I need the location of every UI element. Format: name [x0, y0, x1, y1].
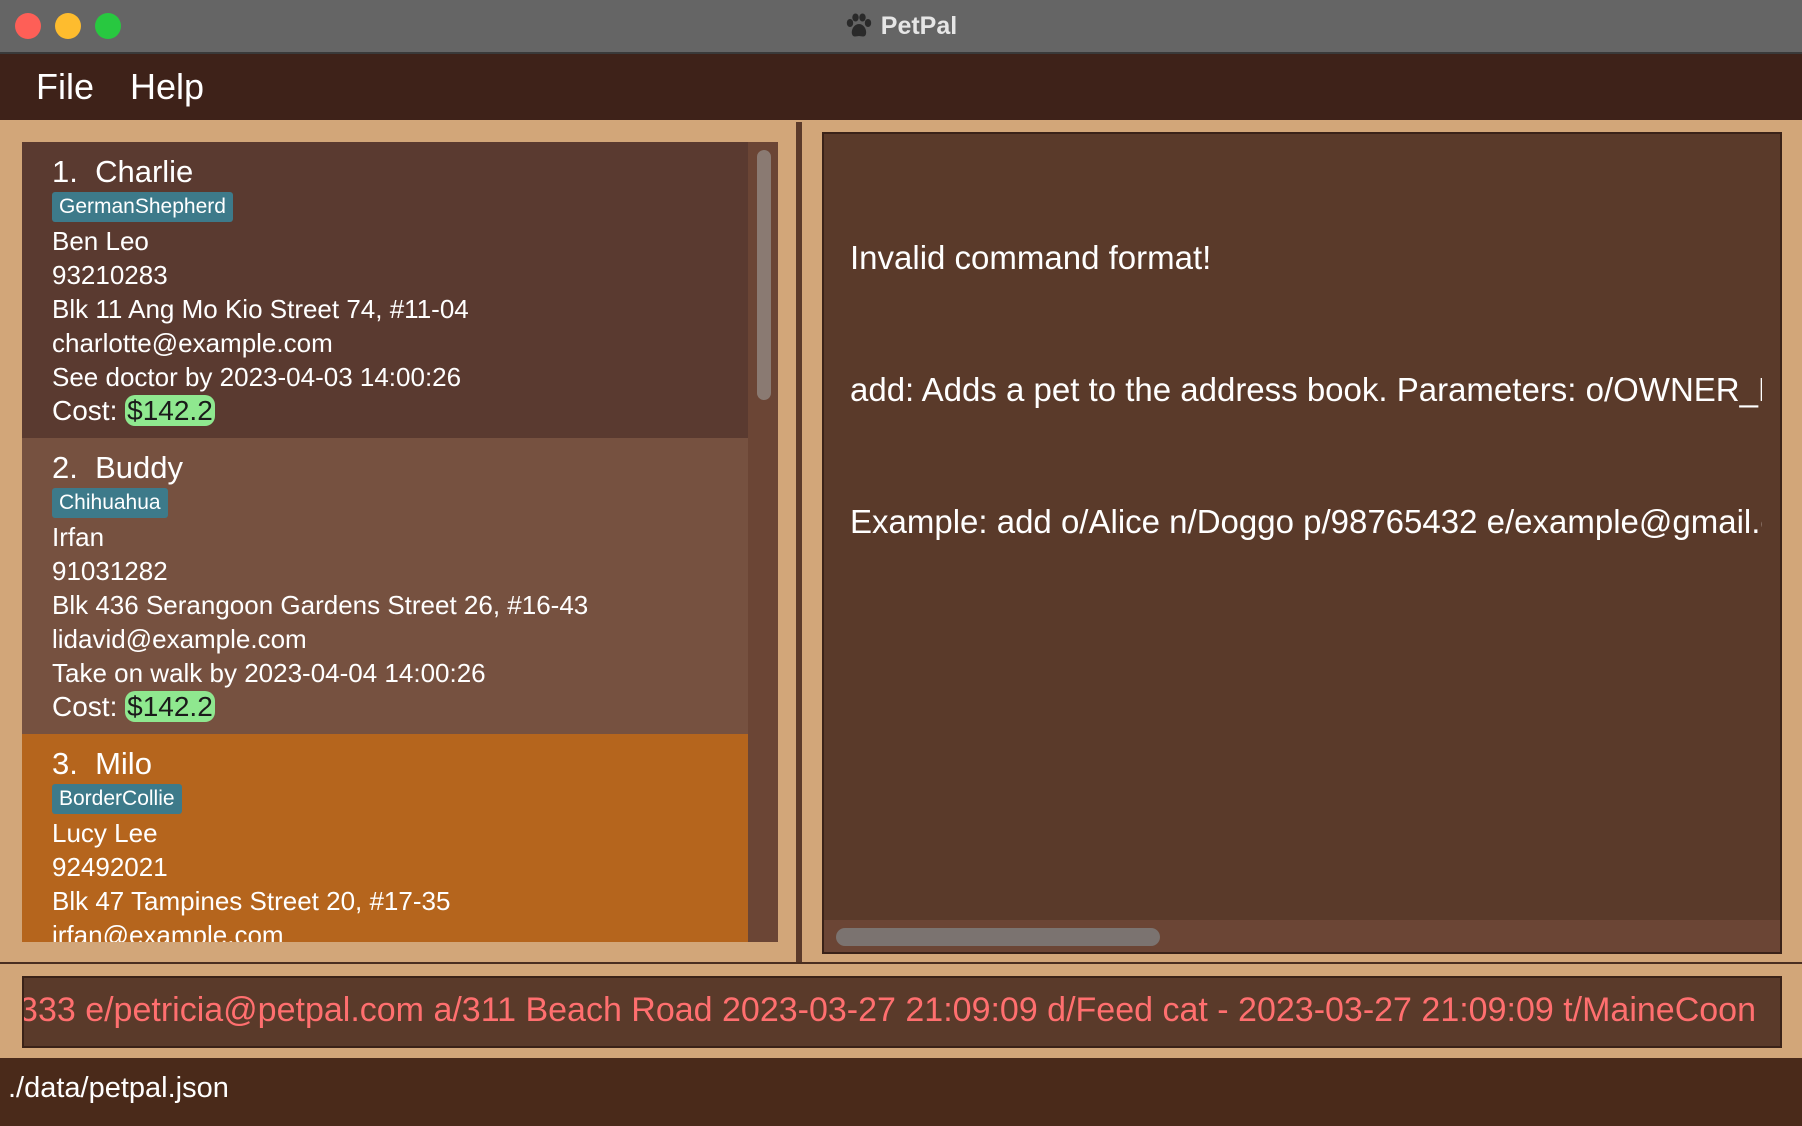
- status-bar: ./data/petpal.json: [0, 1058, 1802, 1126]
- cost-value: $142.2: [125, 691, 215, 722]
- pet-phone: 92492021: [52, 852, 168, 882]
- pet-phone: 91031282: [52, 556, 168, 586]
- pet-name: Buddy: [95, 450, 183, 485]
- pet-address: Blk 47 Tampines Street 20, #17-35: [52, 886, 451, 916]
- result-line-1: Invalid command format!: [850, 239, 1212, 276]
- pet-tag: Chihuahua: [52, 488, 168, 518]
- pet-list[interactable]: 1. Charlie GermanShepherd Ben Leo 932102…: [22, 142, 778, 942]
- pet-owner: Irfan: [52, 522, 105, 552]
- pet-tag: BorderCollie: [52, 784, 182, 814]
- pet-owner: Ben Leo: [52, 226, 149, 256]
- result-display[interactable]: Invalid command format! add: Adds a pet …: [822, 132, 1782, 954]
- menu-bar: File Help: [0, 54, 1802, 120]
- pet-deadline: See doctor by 2023-04-03 14:00:26: [52, 362, 462, 392]
- pet-email: irfan@example.com: [52, 920, 284, 942]
- pet-owner: Lucy Lee: [52, 818, 158, 848]
- pet-index: 2.: [52, 450, 78, 485]
- pet-card-1[interactable]: 1. Charlie GermanShepherd Ben Leo 932102…: [22, 142, 748, 438]
- menu-file[interactable]: File: [36, 66, 94, 108]
- cost-label: Cost:: [52, 691, 118, 722]
- window-title: PetPal: [880, 11, 958, 40]
- result-line-3: Example: add o/Alice n/Doggo p/98765432 …: [850, 503, 1762, 540]
- pet-deadline: Take on walk by 2023-04-04 14:00:26: [52, 658, 486, 688]
- pet-index: 3.: [52, 746, 78, 781]
- cost-label: Cost:: [52, 395, 118, 426]
- pet-card-3-selected[interactable]: 3. Milo BorderCollie Lucy Lee 92492021 B…: [22, 734, 748, 942]
- pet-address: Blk 436 Serangoon Gardens Street 26, #16…: [52, 590, 589, 620]
- result-text: Invalid command format! add: Adds a pet …: [850, 148, 1762, 632]
- pet-cost: Cost: $142.2: [52, 691, 215, 723]
- pet-cost: Cost: $142.2: [52, 395, 215, 427]
- pet-list-scroll-thumb[interactable]: [757, 150, 771, 400]
- pet-name-line: 3. Milo: [52, 746, 152, 782]
- cost-value: $142.2: [125, 395, 215, 426]
- title-bar: PetPal: [0, 0, 1802, 54]
- result-line-2: add: Adds a pet to the address book. Par…: [850, 371, 1762, 408]
- pet-card-2[interactable]: 2. Buddy Chihuahua Irfan 91031282 Blk 43…: [22, 438, 748, 734]
- paw-icon: [846, 13, 871, 37]
- result-horizontal-scrollbar[interactable]: [824, 920, 1780, 952]
- pet-list-scrollbar[interactable]: [748, 142, 778, 942]
- window-title-group: PetPal: [0, 0, 1802, 52]
- pet-tag: GermanShepherd: [52, 192, 233, 222]
- command-input-text: 333 e/petricia@petpal.com a/311 Beach Ro…: [22, 991, 1756, 1029]
- result-scroll-thumb[interactable]: [836, 928, 1160, 946]
- pet-phone: 93210283: [52, 260, 168, 290]
- pet-email: lidavid@example.com: [52, 624, 307, 654]
- pet-email: charlotte@example.com: [52, 328, 333, 358]
- panel-divider[interactable]: [796, 122, 802, 962]
- pet-name: Milo: [95, 746, 152, 781]
- pet-name: Charlie: [95, 154, 194, 189]
- app-window: PetPal File Help 1. Charlie GermanShephe…: [0, 0, 1802, 1126]
- save-file-path: ./data/petpal.json: [8, 1072, 229, 1104]
- pet-name-line: 2. Buddy: [52, 450, 183, 486]
- pet-address: Blk 11 Ang Mo Kio Street 74, #11-04: [52, 294, 469, 324]
- menu-help[interactable]: Help: [130, 66, 204, 108]
- pet-name-line: 1. Charlie: [52, 154, 193, 190]
- command-input[interactable]: 333 e/petricia@petpal.com a/311 Beach Ro…: [22, 976, 1782, 1048]
- pet-index: 1.: [52, 154, 78, 189]
